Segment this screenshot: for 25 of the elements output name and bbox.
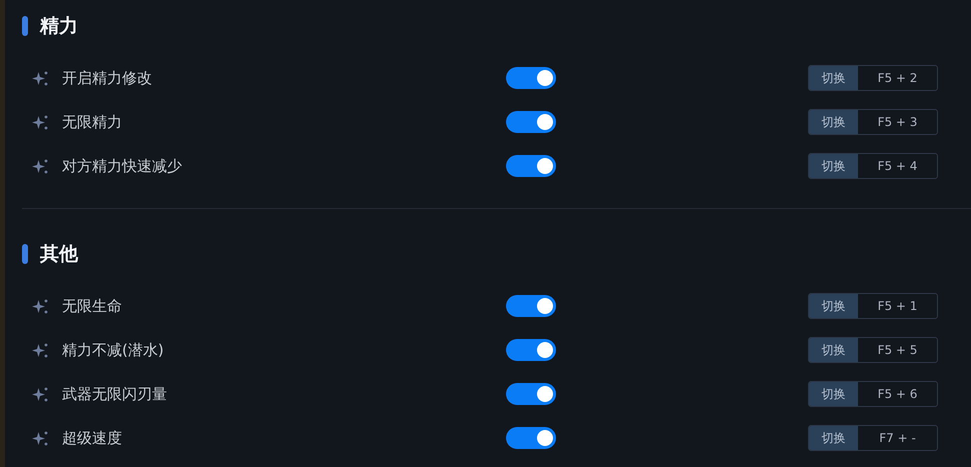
sparkle-icon: [32, 430, 49, 446]
section-title: 精力: [40, 14, 78, 39]
sparkle-icon: [32, 342, 49, 358]
toggle-switch[interactable]: [506, 67, 556, 89]
option-label: 开启精力修改: [62, 68, 153, 88]
toggle-switch[interactable]: [506, 339, 556, 361]
option-label: 超级速度: [62, 428, 123, 448]
section-title: 其他: [40, 242, 78, 267]
sparkle-icon: [32, 158, 49, 174]
option-label: 对方精力快速减少: [62, 156, 183, 176]
toggle-switch[interactable]: [506, 383, 556, 405]
option-label: 精力不减(潜水): [62, 340, 165, 360]
toggle-switch[interactable]: [506, 295, 556, 317]
toggle-switch[interactable]: [506, 111, 556, 133]
toggle-switch[interactable]: [506, 155, 556, 177]
section-marker: [22, 16, 28, 36]
option-label: 无限精力: [62, 112, 123, 132]
sparkle-icon: [32, 114, 49, 130]
toggle-switch[interactable]: [506, 427, 556, 449]
sparkle-icon: [32, 386, 49, 402]
sparkle-icon: [32, 70, 49, 86]
sparkle-icon: [32, 298, 49, 314]
option-label: 无限生命: [62, 296, 123, 316]
section-marker: [22, 244, 28, 264]
option-label: 武器无限闪刃量: [62, 384, 168, 404]
